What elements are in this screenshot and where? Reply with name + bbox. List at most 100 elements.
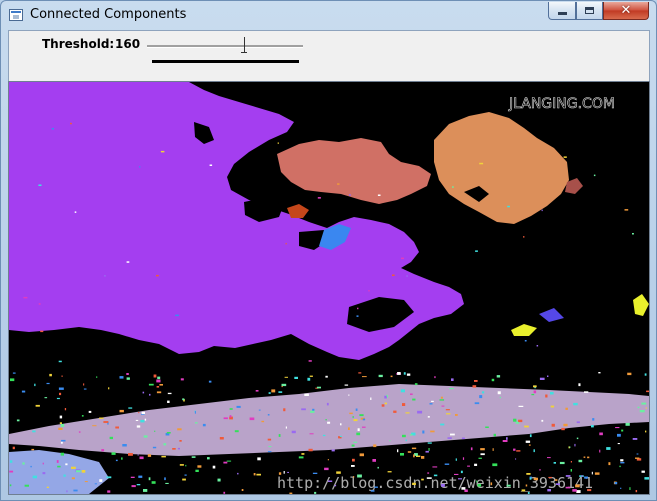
noise-speckle [139,456,144,460]
noise-speckle [51,128,54,130]
noise-speckle [464,489,468,492]
noise-speckle [202,423,206,427]
noise-speckle [241,489,244,491]
window-title: Connected Components [30,7,187,22]
noise-speckle [152,446,157,449]
minimize-button[interactable] [548,2,576,20]
noise-speckle [351,444,355,447]
noise-speckle [136,425,141,428]
noise-speckle [428,448,430,451]
noise-speckle [147,454,152,457]
noise-speckle [223,491,226,494]
noise-speckle [390,375,393,378]
noise-speckle [547,489,551,492]
noise-speckle [9,484,12,487]
noise-speckle [294,376,298,379]
threshold-slider[interactable] [147,37,305,59]
noise-speckle [550,391,554,395]
noise-speckle [529,434,532,438]
noise-speckle [131,485,136,488]
noise-speckle [172,448,176,450]
close-button[interactable]: ✕ [603,2,649,20]
noise-speckle [128,407,133,409]
noise-speckle [94,483,97,485]
maximize-icon [585,7,594,14]
noise-speckle [541,209,543,212]
maximize-button[interactable] [576,2,603,20]
noise-speckle [96,376,98,378]
noise-speckle [308,448,313,452]
noise-speckle [491,378,495,382]
noise-speckle [397,449,399,453]
noise-speckle [384,395,387,399]
noise-speckle [156,391,162,394]
noise-speckle [278,434,281,437]
noise-speckle [539,469,541,471]
noise-speckle [309,375,313,377]
noise-speckle [159,384,163,386]
noise-speckle [441,483,445,487]
noise-speckle [348,394,350,396]
noise-speckle [148,383,154,386]
noise-speckle [285,426,287,429]
slider-track[interactable] [147,45,303,48]
noise-speckle [541,419,544,422]
noise-speckle [208,380,212,383]
noise-speckle [121,457,123,460]
noise-speckle [40,330,44,333]
noise-speckle [24,484,29,487]
noise-speckle [268,446,272,448]
noise-speckle [362,426,366,428]
noise-speckle [324,467,329,471]
noise-speckle [480,453,485,456]
noise-speckle [57,465,61,468]
noise-speckle [126,377,130,380]
noise-speckle [529,477,532,480]
noise-speckle [10,378,15,382]
noise-speckle [450,433,455,436]
noise-speckle [621,429,624,432]
noise-speckle [309,433,314,435]
noise-speckle [317,197,321,199]
noise-speckle [439,399,445,401]
noise-speckle [316,386,321,389]
noise-speckle [547,375,549,377]
noise-speckle [433,474,438,477]
noise-speckle [370,397,372,400]
noise-speckle [412,398,416,401]
noise-speckle [533,385,537,388]
noise-speckle [460,470,463,474]
noise-speckle [527,492,530,494]
noise-speckle [223,417,228,420]
noise-speckle [142,391,145,394]
noise-speckle [32,430,36,433]
noise-speckle [219,437,224,440]
noise-speckle [339,435,342,437]
image-canvas[interactable]: JLANGING.COM http://blog.csdn.net/weixin… [8,81,650,495]
noise-speckle [641,470,645,473]
slider-focus-line [152,60,299,63]
title-bar[interactable]: Connected Components ✕ [1,1,656,30]
noise-speckle [620,459,624,462]
noise-speckle [307,377,311,381]
noise-speckle [409,434,413,436]
slider-thumb[interactable] [240,37,249,56]
noise-speckle [615,427,620,429]
threshold-value: 160 [115,37,141,51]
noise-speckle [65,463,68,466]
noise-speckle [591,471,593,475]
noise-speckle [359,414,364,417]
noise-speckle [291,430,296,434]
noise-speckle [21,390,26,393]
noise-speckle [402,403,406,406]
noise-speckle [352,416,354,419]
noise-speckle [194,422,198,424]
noise-speckle [641,402,647,405]
noise-speckle [449,388,454,390]
noise-speckle [430,430,435,433]
noise-speckle [581,475,583,477]
noise-speckle [58,427,63,430]
noise-speckle [126,261,130,263]
noise-speckle [30,465,32,468]
noise-speckle [44,397,48,399]
